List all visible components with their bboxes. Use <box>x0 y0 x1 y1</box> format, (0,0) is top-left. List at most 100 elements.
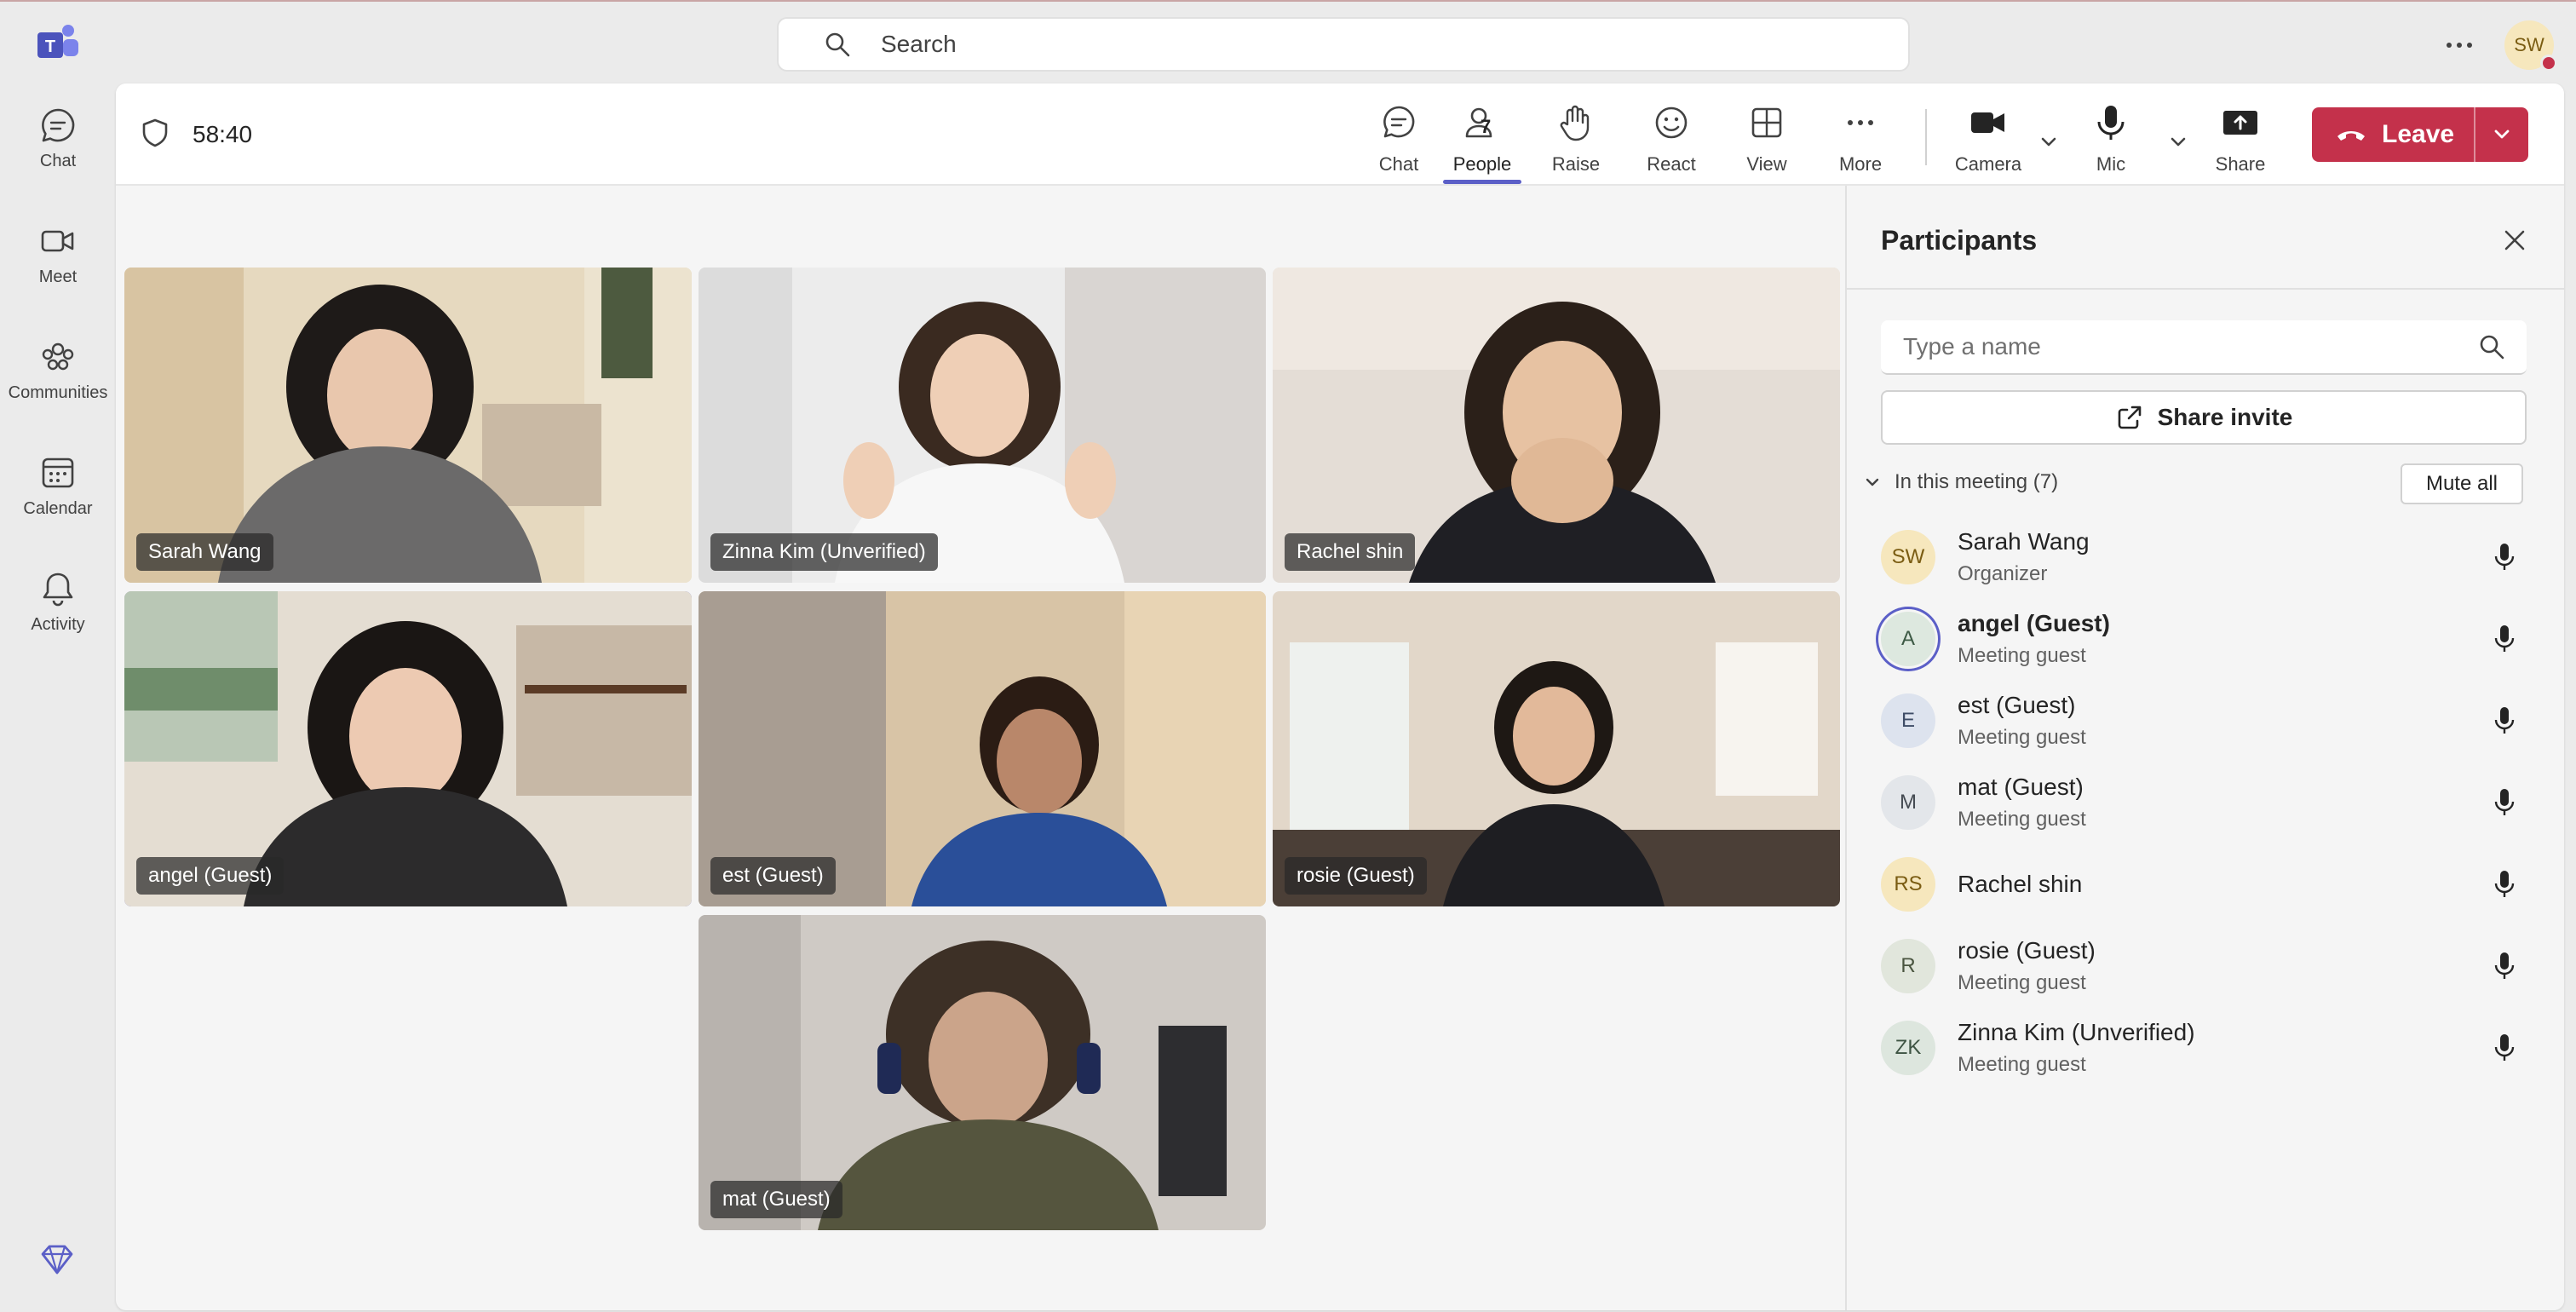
search-bar[interactable]: Search <box>777 17 1910 72</box>
video-camera-icon <box>41 230 74 252</box>
share-screen-icon <box>2223 111 2257 135</box>
participant-row[interactable]: Mmat (Guest) Meeting guest <box>1881 763 2537 842</box>
chevron-down-icon <box>1866 478 1879 486</box>
toolbar-chat-label: Chat <box>1378 153 1419 175</box>
mic-options-chevron-icon[interactable] <box>2165 129 2191 155</box>
toolbar-people-label: People <box>1452 153 1512 175</box>
tile-name-label: est (Guest) <box>710 857 836 895</box>
meeting-timer: 58:40 <box>193 121 253 147</box>
participant-search-input[interactable]: Type a name <box>1881 320 2527 375</box>
mute-all-button[interactable]: Mute all <box>2401 463 2523 504</box>
camera-options-chevron-icon[interactable] <box>2036 129 2061 155</box>
participant-role: Organizer <box>1958 562 2048 585</box>
presence-busy-icon <box>2540 55 2557 72</box>
calendar-icon <box>42 457 74 488</box>
microphone-icon[interactable] <box>2487 949 2521 983</box>
toolbar-view-button[interactable]: View <box>1733 102 1801 184</box>
leave-button[interactable]: Leave <box>2312 107 2474 162</box>
ellipsis-icon <box>2447 43 2472 48</box>
toolbar-camera-label: Camera <box>1954 153 2022 175</box>
participant-avatar: A <box>1881 612 1935 666</box>
video-tile-sarah-wang[interactable]: Sarah Wang <box>124 268 692 583</box>
participant-avatar: E <box>1881 693 1935 748</box>
participant-row[interactable]: Rrosie (Guest) Meeting guest <box>1881 927 2537 1005</box>
rail-label-calendar: Calendar <box>23 499 93 518</box>
toolbar-raise-label: Raise <box>1551 153 1601 175</box>
teams-window: T Search SW Chat Meet Communities Calend… <box>0 0 2576 1312</box>
participant-name: Sarah Wang <box>1958 528 2090 555</box>
tile-name-label: Rachel shin <box>1285 533 1416 571</box>
microphone-icon[interactable] <box>2487 622 2521 656</box>
toolbar-people-button[interactable]: 7 People <box>1443 102 1521 184</box>
rail-item-calendar[interactable]: Calendar <box>0 453 116 519</box>
video-tile-rachel-shin[interactable]: Rachel shin <box>1273 268 1840 583</box>
participant-avatar: R <box>1881 939 1935 993</box>
meeting-panel: 58:40 Chat 7 People Raise React View Mor… <box>116 83 2564 1310</box>
participant-name: rosie (Guest) <box>1958 937 2096 964</box>
participant-row[interactable]: Eest (Guest) Meeting guest <box>1881 682 2537 760</box>
rail-item-activity[interactable]: Activity <box>0 569 116 635</box>
toolbar-chat-button[interactable]: Chat <box>1365 102 1433 184</box>
rail-item-communities[interactable]: Communities <box>0 337 116 403</box>
rail-label-activity: Activity <box>31 615 85 634</box>
raise-hand-icon <box>1560 105 1590 141</box>
leave-button-group: Leave <box>2312 107 2528 162</box>
teams-logo-icon[interactable]: T <box>34 20 82 68</box>
meeting-toolbar: 58:40 Chat 7 People Raise React View Mor… <box>116 83 2564 186</box>
leave-options-button[interactable] <box>2475 107 2528 162</box>
divider <box>1847 288 2564 290</box>
microphone-icon[interactable] <box>2487 704 2521 738</box>
close-icon[interactable] <box>2498 223 2532 257</box>
video-tile-est[interactable]: est (Guest) <box>699 591 1266 906</box>
participant-role: Meeting guest <box>1958 726 2086 749</box>
profile-avatar[interactable]: SW <box>2504 20 2557 72</box>
participant-name: est (Guest) <box>1958 692 2076 718</box>
grid-view-icon <box>1751 107 1782 138</box>
people-count-badge: 7 <box>1481 116 1492 137</box>
microphone-icon[interactable] <box>2487 1031 2521 1065</box>
tile-name-label: Sarah Wang <box>136 533 273 571</box>
rail-item-meet[interactable]: Meet <box>0 222 116 287</box>
video-tile-mat[interactable]: mat (Guest) <box>699 915 1266 1230</box>
share-invite-label: Share invite <box>2157 404 2293 430</box>
video-tile-angel[interactable]: angel (Guest) <box>124 591 692 906</box>
chat-icon <box>1383 106 1415 138</box>
more-options-button[interactable] <box>2438 24 2481 66</box>
microphone-icon[interactable] <box>2487 785 2521 820</box>
toolbar-camera-button[interactable]: Camera <box>1947 102 2029 184</box>
video-camera-icon <box>1971 112 2004 133</box>
rail-label-meet: Meet <box>38 268 78 286</box>
toolbar-share-button[interactable]: Share <box>2206 102 2274 184</box>
toolbar-more-label: More <box>1838 153 1883 175</box>
search-icon <box>2480 335 2504 360</box>
microphone-icon[interactable] <box>2487 540 2521 574</box>
communities-icon <box>42 342 74 371</box>
participant-name: Zinna Kim (Unverified) <box>1958 1019 2195 1045</box>
microphone-icon <box>2097 106 2125 140</box>
participant-role: Meeting guest <box>1958 1053 2086 1076</box>
search-placeholder: Search <box>881 31 957 57</box>
chevron-down-icon <box>2494 129 2510 139</box>
toolbar-more-button[interactable]: More <box>1826 102 1895 184</box>
svg-text:T: T <box>45 37 55 56</box>
video-tile-zinna-kim[interactable]: Zinna Kim (Unverified) <box>699 268 1266 583</box>
share-invite-button[interactable]: Share invite <box>1881 390 2527 445</box>
toolbar-react-button[interactable]: React <box>1637 102 1705 184</box>
participant-row[interactable]: SW Sarah Wang Organizer <box>1881 518 2537 596</box>
premium-diamond-icon[interactable] <box>37 1240 77 1280</box>
participant-row[interactable]: ZK Zinna Kim (Unverified) Meeting guest <box>1881 1009 2537 1087</box>
video-tile-rosie[interactable]: rosie (Guest) <box>1273 591 1840 906</box>
microphone-icon[interactable] <box>2487 867 2521 901</box>
in-meeting-section-toggle[interactable]: In this meeting (7) <box>1862 470 2058 494</box>
search-icon <box>825 32 850 57</box>
participant-name: mat (Guest) <box>1958 774 2084 800</box>
tile-name-label: angel (Guest) <box>136 857 285 895</box>
participant-row[interactable]: Aangel (Guest) Meeting guest <box>1881 600 2537 678</box>
toolbar-mic-button[interactable]: Mic <box>2077 102 2145 184</box>
participants-title: Participants <box>1881 225 2038 256</box>
participant-role: Meeting guest <box>1958 971 2086 994</box>
toolbar-raise-button[interactable]: Raise <box>1542 102 1610 184</box>
rail-item-chat[interactable]: Chat <box>0 106 116 171</box>
rail-label-communities: Communities <box>8 383 108 402</box>
participant-row[interactable]: RS Rachel shin <box>1881 845 2537 924</box>
